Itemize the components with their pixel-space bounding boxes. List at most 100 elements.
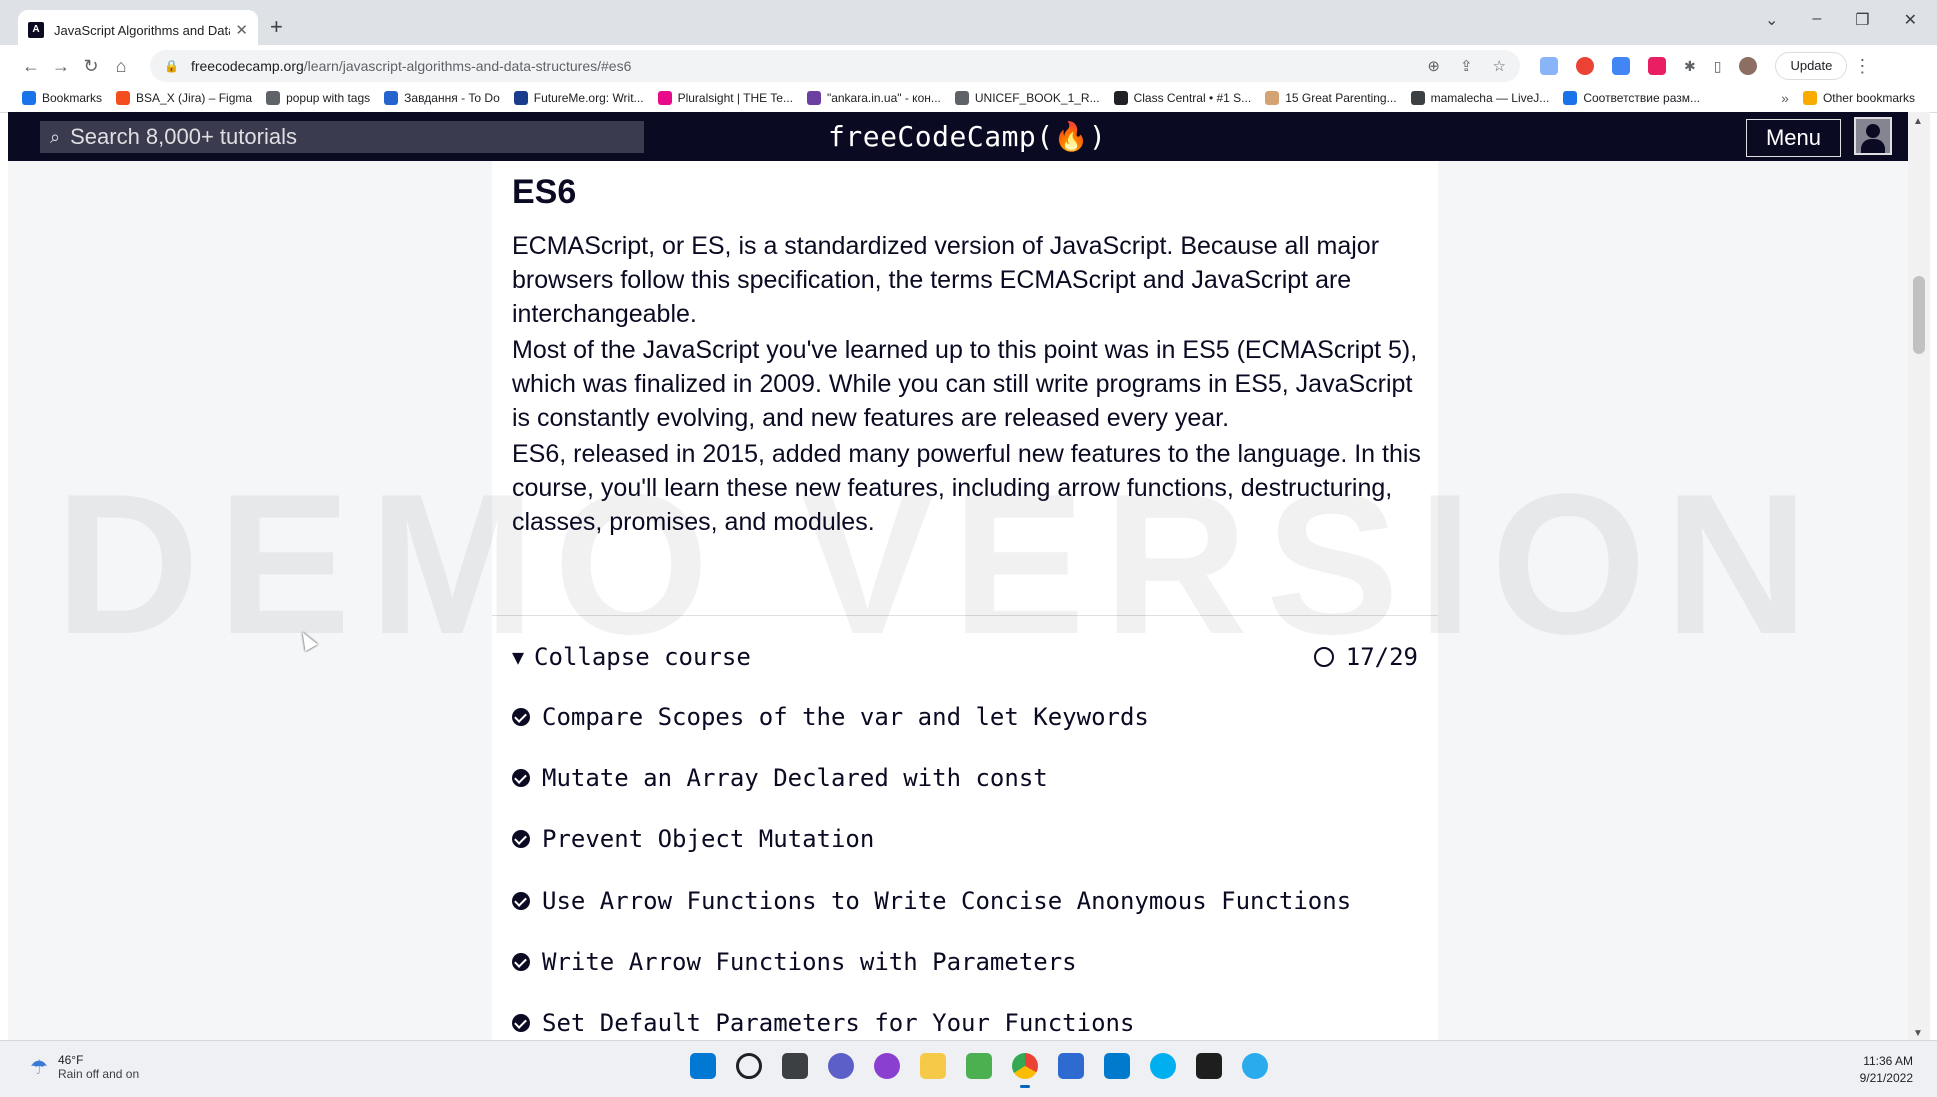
- intro-paragraph: ECMAScript, or ES, is a standardized ver…: [512, 232, 1380, 328]
- check-circle-icon: [512, 953, 530, 971]
- bookmark-label: BSA_X (Jira) – Figma: [136, 90, 253, 105]
- bookmark-item[interactable]: "ankara.in.ua" - кон...: [806, 90, 941, 105]
- block-title: ES6: [512, 173, 577, 211]
- bookmark-item[interactable]: UNICEF_BOOK_1_R...: [954, 90, 1100, 105]
- bookmark-item[interactable]: Соответствие разм...: [1563, 90, 1700, 105]
- app-icon[interactable]: [874, 1053, 900, 1079]
- more-bookmarks-icon[interactable]: »: [1781, 90, 1789, 106]
- close-window-button[interactable]: ✕: [1904, 10, 1917, 30]
- bookmark-item[interactable]: BSA_X (Jira) – Figma: [116, 90, 253, 105]
- start-windows-icon[interactable]: [690, 1053, 716, 1079]
- reload-button[interactable]: ↻: [76, 56, 106, 77]
- close-tab-icon[interactable]: ✕: [235, 21, 248, 39]
- weather-description: Rain off and on: [57, 1067, 140, 1081]
- skype-icon[interactable]: [1150, 1053, 1176, 1079]
- extension-icon[interactable]: [1540, 57, 1558, 75]
- bookmark-item[interactable]: Завдання - To Do: [384, 90, 500, 105]
- address-bar[interactable]: 🔒 freecodecamp.org/learn/javascript-algo…: [150, 50, 1520, 82]
- triangle-down-icon: ▼: [512, 645, 525, 669]
- translate-extension-icon[interactable]: [1612, 57, 1630, 75]
- chrome-icon[interactable]: [1012, 1053, 1038, 1088]
- side-panel-icon[interactable]: ▯: [1714, 58, 1722, 75]
- taskbar-apps: [690, 1053, 1268, 1088]
- challenge-link[interactable]: Compare Scopes of the var and let Keywor…: [512, 697, 1149, 737]
- profile-avatar[interactable]: [1739, 57, 1758, 75]
- bookmark-favicon-icon: [806, 90, 821, 105]
- lock-icon[interactable]: 🔒: [164, 59, 179, 73]
- fcc-logo[interactable]: freeCodeCamp(🔥): [828, 120, 1106, 153]
- bookmark-label: 15 Great Parenting...: [1285, 90, 1397, 105]
- bookmark-item[interactable]: Pluralsight | THE Te...: [657, 90, 793, 105]
- user-avatar[interactable]: [1854, 117, 1892, 155]
- bookmark-item[interactable]: mamalecha — LiveJ...: [1410, 90, 1550, 105]
- bookmark-item[interactable]: Class Central • #1 S...: [1113, 90, 1251, 105]
- search-icon[interactable]: [736, 1053, 762, 1079]
- tab-title: JavaScript Algorithms and Data S: [54, 22, 230, 38]
- bookmark-item[interactable]: FutureMe.org: Writ...: [513, 90, 644, 105]
- file-explorer-icon[interactable]: [920, 1053, 946, 1079]
- check-circle-icon: [512, 1014, 530, 1032]
- bookmark-label: Завдання - To Do: [404, 90, 500, 105]
- browser-menu-icon[interactable]: ⋮: [1847, 56, 1877, 77]
- intro-paragraph: Most of the JavaScript you've learned up…: [512, 336, 1418, 432]
- collapse-course-button[interactable]: ▼ Collapse course 17/29: [512, 637, 1418, 677]
- star-icon: [22, 90, 36, 105]
- weather-temperature: 46°F: [57, 1053, 84, 1067]
- challenge-link[interactable]: Write Arrow Functions with Parameters: [512, 942, 1077, 982]
- extensions-area: ✱ ▯: [1540, 57, 1758, 75]
- zoom-icon[interactable]: ⊕: [1427, 57, 1440, 75]
- collapse-course-label: Collapse course: [534, 643, 751, 671]
- new-tab-button[interactable]: +: [270, 14, 283, 40]
- system-clock[interactable]: 11:36 AM 9/21/2022: [1860, 1053, 1913, 1087]
- home-button[interactable]: ⌂: [106, 56, 136, 77]
- extension-icon[interactable]: [1576, 57, 1594, 75]
- bookmark-favicon-icon: [116, 90, 131, 105]
- page-scrollbar[interactable]: ▲ ▼: [1908, 112, 1930, 1043]
- minimize-button[interactable]: –: [1812, 10, 1821, 30]
- menu-button[interactable]: Menu: [1746, 119, 1841, 157]
- teams-chat-icon[interactable]: [828, 1053, 854, 1079]
- bookmark-item[interactable]: popup with tags: [266, 90, 370, 105]
- notepad-app-icon[interactable]: [966, 1053, 992, 1079]
- bookmark-item[interactable]: Bookmarks: [22, 90, 102, 105]
- weather-widget[interactable]: ☂ 46°F Rain off and on: [30, 1053, 139, 1081]
- extension-icon[interactable]: [1648, 57, 1666, 75]
- share-icon[interactable]: ⇪: [1460, 57, 1473, 75]
- bookmark-label: Соответствие разм...: [1583, 90, 1700, 105]
- scroll-up-arrow-icon[interactable]: ▲: [1913, 116, 1923, 127]
- scroll-down-arrow-icon[interactable]: ▼: [1913, 1028, 1923, 1039]
- challenge-link[interactable]: Use Arrow Functions to Write Concise Ano…: [512, 881, 1351, 921]
- task-view-icon[interactable]: [782, 1053, 808, 1079]
- other-bookmarks[interactable]: Other bookmarks: [1802, 90, 1915, 105]
- url-text: freecodecamp.org/learn/javascript-algori…: [190, 58, 632, 74]
- vscode-icon[interactable]: [1104, 1053, 1130, 1079]
- challenge-title: Prevent Object Mutation: [542, 825, 875, 853]
- tab-search-icon[interactable]: ⌄: [1765, 10, 1778, 30]
- telegram-icon[interactable]: [1242, 1053, 1268, 1079]
- bookmark-favicon-icon: [1563, 90, 1578, 105]
- puzzle-extensions-icon[interactable]: ✱: [1684, 58, 1696, 75]
- challenge-title: Use Arrow Functions to Write Concise Ano…: [542, 887, 1352, 915]
- page-background: ES6 ECMAScript, or ES, is a standardized…: [8, 161, 1908, 1043]
- back-button[interactable]: ←: [16, 56, 46, 77]
- scrollbar-thumb[interactable]: [1913, 276, 1925, 354]
- rain-cloud-icon: ☂: [30, 1056, 48, 1079]
- search-input[interactable]: [70, 124, 611, 150]
- restore-button[interactable]: ❐: [1855, 10, 1869, 30]
- challenge-link[interactable]: Prevent Object Mutation: [512, 819, 874, 859]
- challenge-title: Mutate an Array Declared with const: [542, 764, 1048, 792]
- forward-button[interactable]: →: [46, 56, 76, 77]
- powershell-icon[interactable]: [1058, 1053, 1084, 1079]
- update-button[interactable]: Update: [1775, 52, 1848, 80]
- bookmark-item[interactable]: 15 Great Parenting...: [1265, 90, 1397, 105]
- challenge-title: Compare Scopes of the var and let Keywor…: [542, 703, 1149, 731]
- challenge-link[interactable]: Mutate an Array Declared with const: [512, 758, 1048, 798]
- bookmark-star-icon[interactable]: ☆: [1493, 57, 1506, 75]
- browser-tab[interactable]: A JavaScript Algorithms and Data S ✕: [18, 10, 258, 50]
- challenge-link[interactable]: Set Default Parameters for Your Function…: [512, 1003, 1134, 1043]
- check-circle-icon: [512, 769, 530, 787]
- mouse-cursor-icon: [296, 628, 318, 652]
- terminal-icon[interactable]: [1196, 1053, 1222, 1079]
- bookmark-label: mamalecha — LiveJ...: [1430, 90, 1550, 105]
- search-box[interactable]: ⌕: [40, 121, 644, 153]
